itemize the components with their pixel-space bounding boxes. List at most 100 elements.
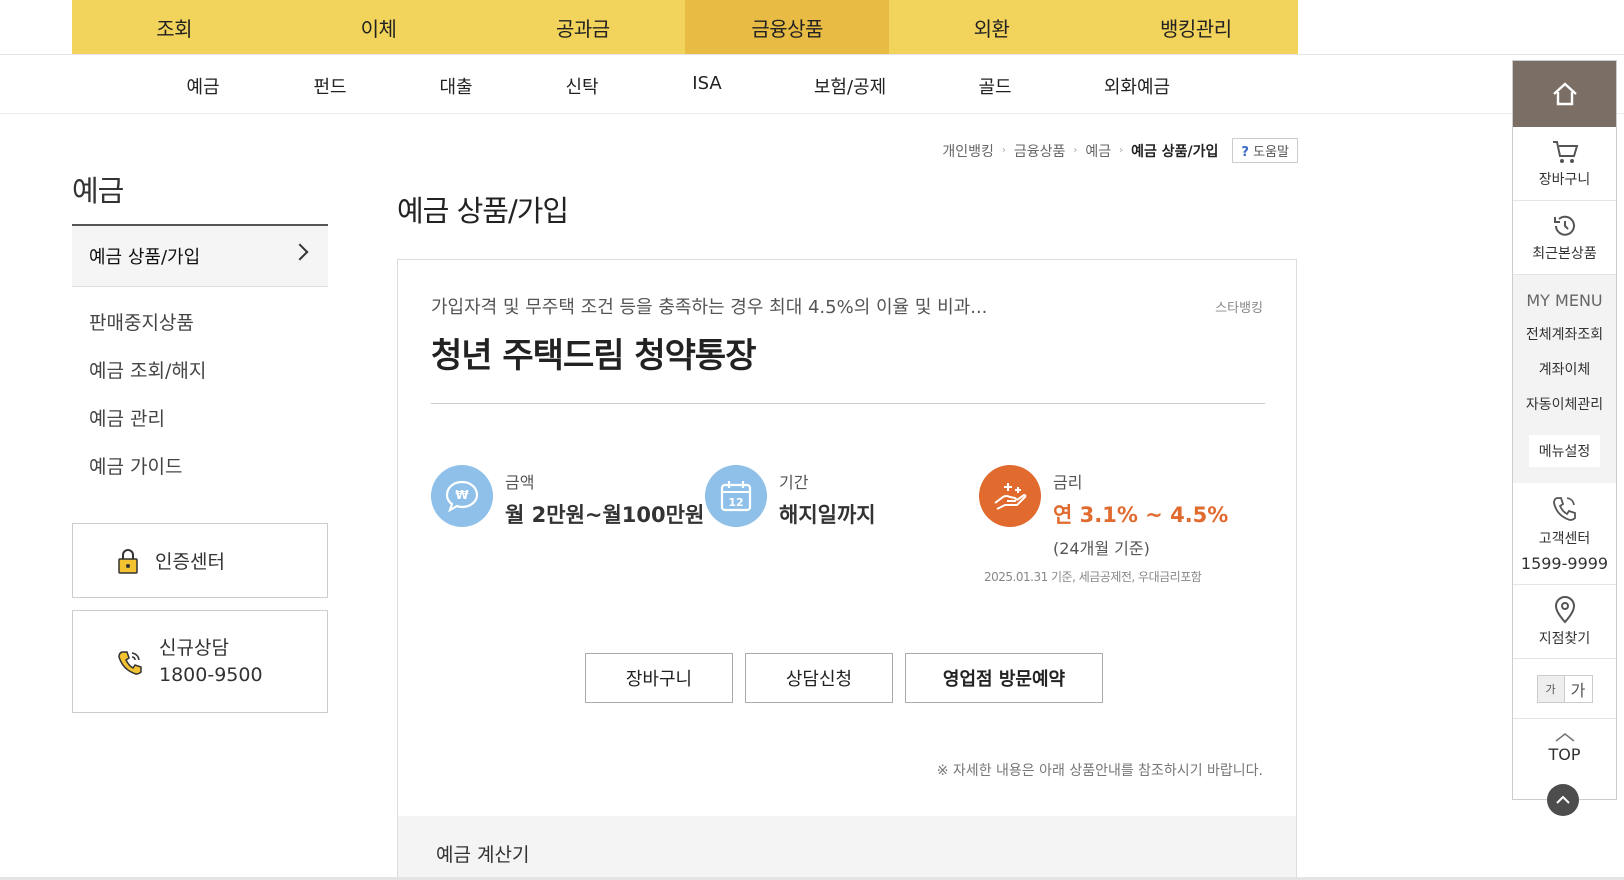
breadcrumb-separator-icon: › — [1001, 145, 1006, 156]
lnb-title: 예금 — [72, 174, 124, 208]
my-menu: MY MENU 전체계좌조회 계좌이체 자동이체관리 메뉴설정 — [1513, 275, 1616, 483]
footnote: ※ 자세한 내용은 아래 상품안내를 참조하시기 바랍니다. — [936, 763, 1263, 779]
help-button[interactable]: ? 도움말 — [1232, 138, 1298, 163]
add-to-cart-button[interactable]: 장바구니 — [585, 653, 733, 703]
font-size-control: 가 가 — [1513, 659, 1616, 719]
breadcrumb-separator-icon: › — [1119, 145, 1124, 156]
topnav-item-exchange[interactable]: 외환 — [889, 0, 1093, 55]
breadcrumb-current: 예금 상품/가입 — [1131, 143, 1219, 160]
product-card: 가입자격 및 무주택 조건 등을 충족하는 경우 최대 4.5%의 이율 및 비… — [397, 259, 1297, 880]
quick-recent-button[interactable]: 최근본상품 — [1513, 201, 1616, 275]
amount-label: 금액 — [505, 473, 535, 492]
branch-finder-label: 지점찾기 — [1538, 630, 1591, 647]
lnb-item-discontinued[interactable]: 판매중지상품 — [89, 308, 206, 356]
phone-icon — [118, 650, 142, 675]
topnav-item-transfer[interactable]: 이체 — [276, 0, 480, 55]
breadcrumb-item[interactable]: 개인뱅킹 — [942, 141, 994, 161]
customer-center-phone: 1599-9999 — [1520, 554, 1609, 573]
scroll-top-label: TOP — [1548, 745, 1581, 764]
cert-center-label: 인증센터 — [155, 551, 225, 573]
svg-text:₩: ₩ — [455, 488, 469, 502]
breadcrumb-separator-icon: › — [1073, 145, 1078, 156]
home-button[interactable] — [1513, 61, 1616, 127]
lnb-list: 판매중지상품 예금 조회/해지 예금 관리 예금 가이드 — [89, 308, 206, 500]
page: 조회 이체 공과금 금융상품 외환 뱅킹관리 예금 펀드 대출 신탁 ISA 보… — [0, 0, 1624, 880]
subnav-item-deposit[interactable]: 예금 — [186, 73, 219, 99]
topnav-item-utility[interactable]: 공과금 — [481, 0, 685, 55]
branch-visit-button[interactable]: 영업점 방문예약 — [905, 653, 1103, 703]
my-menu-item[interactable]: 자동이체관리 — [1526, 394, 1603, 429]
subnav-item-isa[interactable]: ISA — [692, 73, 721, 94]
chevron-up-icon — [1556, 795, 1570, 804]
svg-text:12: 12 — [728, 496, 743, 509]
subnav-item-insurance[interactable]: 보험/공제 — [814, 73, 886, 99]
divider — [431, 403, 1265, 404]
subnav-item-fund[interactable]: 펀드 — [313, 73, 346, 99]
map-pin-icon — [1554, 595, 1575, 623]
scroll-up-button[interactable] — [1547, 784, 1579, 816]
sub-nav: 예금 펀드 대출 신탁 ISA 보험/공제 골드 외화예금 — [72, 55, 1298, 113]
consult-request-button[interactable]: 상담신청 — [745, 653, 893, 703]
quick-recent-label: 최근본상품 — [1532, 245, 1597, 262]
lock-icon — [118, 548, 138, 574]
product-name: 청년 주택드림 청약통장 — [431, 336, 756, 376]
quick-menu: 장바구니 최근본상품 MY MENU 전체계좌조회 계좌이체 자동이체관리 메뉴… — [1512, 60, 1617, 800]
breadcrumb-item[interactable]: 금융상품 — [1014, 141, 1066, 161]
quick-cart-label: 장바구니 — [1538, 171, 1591, 188]
new-consult-box[interactable]: 신규상담 1800-9500 — [72, 610, 328, 713]
scroll-top-button[interactable]: TOP — [1513, 719, 1616, 764]
subnav-item-trust[interactable]: 신탁 — [565, 73, 598, 99]
won-chat-icon: ₩ — [431, 465, 493, 527]
period-value: 해지일까지 — [779, 503, 876, 527]
help-label: 도움말 — [1253, 145, 1289, 160]
lnb-item-guide[interactable]: 예금 가이드 — [89, 452, 206, 500]
caret-up-icon — [1555, 733, 1574, 742]
amount-info: ₩ 금액 월 2만원~월100만원 — [431, 465, 704, 529]
history-icon — [1553, 215, 1575, 236]
rate-info: 금리 연 3.1% ~ 4.5% (24개월 기준) — [979, 465, 1228, 559]
breadcrumb-item[interactable]: 예금 — [1085, 141, 1111, 161]
font-small-button[interactable]: 가 — [1536, 674, 1565, 703]
lnb-item-inquiry-cancel[interactable]: 예금 조회/해지 — [89, 356, 206, 404]
rate-label: 금리 — [1053, 473, 1083, 492]
lnb-item-manage[interactable]: 예금 관리 — [89, 404, 206, 452]
lnb-item-active[interactable]: 예금 상품/가입 — [72, 224, 328, 287]
rate-basis: (24개월 기준) — [1053, 539, 1150, 558]
calculator-label: 예금 계산기 — [436, 844, 530, 866]
my-menu-item[interactable]: 계좌이체 — [1539, 359, 1591, 394]
home-icon — [1552, 82, 1577, 106]
quick-cart-button[interactable]: 장바구니 — [1513, 127, 1616, 201]
branch-finder-button[interactable]: 지점찾기 — [1513, 585, 1616, 659]
consult-label: 신규상담 — [159, 636, 229, 659]
consult-phone: 1800-9500 — [159, 663, 263, 686]
topnav-item-inquiry[interactable]: 조회 — [72, 0, 276, 55]
customer-center-label: 고객센터 — [1538, 531, 1591, 547]
customer-center-button[interactable]: 고객센터 1599-9999 — [1513, 483, 1616, 585]
subnav-item-gold[interactable]: 골드 — [978, 73, 1011, 99]
question-icon: ? — [1241, 145, 1249, 160]
period-label: 기간 — [779, 473, 809, 492]
product-description: 가입자격 및 무주택 조건 등을 충족하는 경우 최대 4.5%의 이율 및 비… — [431, 297, 988, 318]
phone-icon — [1552, 497, 1576, 521]
rate-value: 연 3.1% ~ 4.5% — [1053, 503, 1229, 527]
my-menu-item[interactable]: 전체계좌조회 — [1526, 324, 1603, 359]
font-large-button[interactable]: 가 — [1564, 674, 1593, 703]
topnav-item-banking-management[interactable]: 뱅킹관리 — [1094, 0, 1298, 55]
breadcrumb: 개인뱅킹 › 금융상품 › 예금 › 예금 상품/가입 ? 도움말 — [936, 138, 1298, 163]
cart-icon — [1552, 140, 1578, 163]
chevron-right-icon — [291, 243, 309, 261]
cert-center-button[interactable]: 인증센터 — [72, 523, 328, 598]
subnav-item-loan[interactable]: 대출 — [439, 73, 472, 99]
divider — [0, 113, 1624, 114]
menu-settings-button[interactable]: 메뉴설정 — [1528, 435, 1601, 467]
topnav-item-financial-products[interactable]: 금융상품 — [684, 0, 890, 55]
amount-value: 월 2만원~월100만원 — [505, 503, 705, 527]
top-nav: 조회 이체 공과금 금융상품 외환 뱅킹관리 — [72, 0, 1298, 55]
channel-tag: 스타뱅킹 — [1215, 301, 1263, 316]
lnb-item-label: 예금 상품/가입 — [89, 247, 201, 268]
my-menu-title: MY MENU — [1526, 291, 1603, 310]
subnav-item-foreign-deposit[interactable]: 외화예금 — [1104, 73, 1170, 99]
rate-base-note: 2025.01.31 기준, 세금공제전, 우대금리포함 — [984, 570, 1202, 584]
page-title: 예금 상품/가입 — [397, 194, 569, 228]
deposit-calculator-tab[interactable]: 예금 계산기 — [398, 816, 1296, 880]
